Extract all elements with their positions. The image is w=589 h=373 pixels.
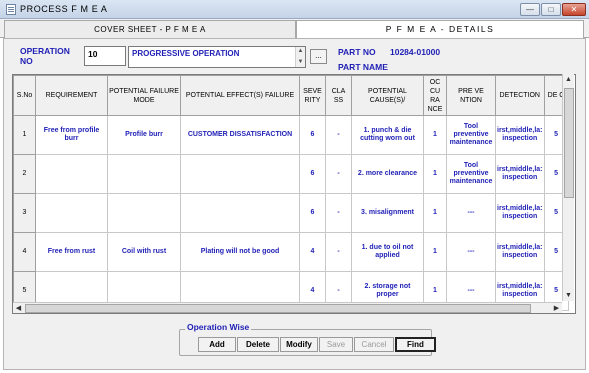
table-cell[interactable]: Tool preventive maintenance — [446, 154, 496, 194]
table-cell[interactable]: irst,middle,la: inspection — [495, 115, 545, 155]
grid-horizontal-thumb[interactable] — [25, 304, 531, 313]
table-row[interactable]: 4 Free from rust Coil with rust Plating wil… — [13, 232, 569, 272]
row-number: 2 — [13, 154, 36, 194]
table-cell[interactable]: 6 — [299, 115, 326, 155]
column-header: REQUIREMENT — [35, 75, 108, 116]
table-cell[interactable]: CUSTOMER DISSATISFACTION — [180, 115, 300, 155]
grid-horizontal-scrollbar[interactable]: ◀ ▶ — [13, 302, 562, 313]
table-row[interactable]: 3 6-3. misalignment 1 --- irst,middle,la: in… — [13, 193, 569, 233]
table-cell[interactable]: 1 — [423, 115, 447, 155]
table-cell[interactable]: 1. punch & die cutting worn out — [351, 115, 424, 155]
table-cell[interactable]: 1. due to oil not applied — [351, 232, 424, 272]
scroll-up-icon[interactable]: ▲ — [563, 74, 574, 85]
scroll-down-icon[interactable]: ▼ — [563, 290, 574, 301]
table-cell[interactable] — [35, 154, 108, 194]
column-header: POTENTIAL FAILURE MODE — [107, 75, 181, 116]
table-cell[interactable]: - — [325, 115, 352, 155]
modify-button[interactable]: Modify — [280, 337, 318, 352]
part-name-label: PART NAME — [338, 62, 388, 72]
table-cell[interactable]: - — [325, 193, 352, 233]
add-button[interactable]: Add — [198, 337, 236, 352]
table-cell[interactable]: Plating will not be good — [180, 232, 300, 272]
tab-cover-sheet[interactable]: COVER SHEET - P F M E A — [4, 20, 296, 38]
table-cell[interactable]: --- — [446, 193, 496, 233]
table-cell[interactable]: irst,middle,la: inspection — [495, 154, 545, 194]
table-cell[interactable]: Profile burr — [107, 115, 181, 155]
find-button[interactable]: Find — [395, 337, 436, 352]
table-cell[interactable]: 1 — [423, 154, 447, 194]
table-cell[interactable]: --- — [446, 232, 496, 272]
scroll-down-icon[interactable]: ▼ — [296, 58, 305, 67]
table-cell[interactable]: Free from rust — [35, 232, 108, 272]
table-cell[interactable]: irst,middle,la: inspection — [495, 232, 545, 272]
operation-no-field[interactable]: 10 — [84, 46, 126, 66]
table-cell[interactable]: 6 — [299, 193, 326, 233]
column-header: PRE VE NTION — [446, 75, 496, 116]
table-cell[interactable]: 2. more clearance — [351, 154, 424, 194]
delete-button[interactable]: Delete — [237, 337, 279, 352]
table-cell[interactable] — [107, 193, 181, 233]
scroll-left-icon[interactable]: ◀ — [13, 303, 24, 314]
operation-desc-field[interactable]: PROGRESSIVE OPERATION ▲ ▼ — [128, 46, 306, 68]
pfmea-grid: S.No REQUIREMENT POTENTIAL FAILURE MODE POT… — [12, 74, 576, 314]
column-header: OC CU RA NCE — [423, 75, 447, 116]
table-row[interactable]: 2 6-2. more clearance 1 Tool preventive mai… — [13, 154, 569, 194]
operation-browse-button[interactable]: ... — [310, 49, 327, 64]
table-cell[interactable]: Free from profile burr — [35, 115, 108, 155]
operation-no-label: OPERATION NO — [20, 46, 70, 66]
row-number: 4 — [13, 232, 36, 272]
table-row[interactable]: 1 Free from profile burr Profile burr CUSTO… — [13, 115, 569, 155]
column-header: SEVE RITY — [299, 75, 326, 116]
table-cell[interactable]: Coil with rust — [107, 232, 181, 272]
window-title: PROCESS F M E A — [20, 4, 108, 14]
row-number: 3 — [13, 193, 36, 233]
table-cell[interactable]: Tool preventive maintenance — [446, 115, 496, 155]
scroll-right-icon[interactable]: ▶ — [551, 303, 562, 314]
tab-pfmea-details[interactable]: P F M E A - DETAILS — [296, 20, 584, 39]
part-no-label: PART NO — [338, 47, 376, 57]
operation-wise-legend: Operation Wise — [185, 322, 252, 332]
grid-vertical-scrollbar[interactable]: ▲ ▼ — [562, 74, 574, 301]
column-header: CLA SS — [325, 75, 352, 116]
table-cell[interactable]: 6 — [299, 154, 326, 194]
column-header: S.No — [13, 75, 36, 116]
table-cell[interactable] — [107, 154, 181, 194]
app-icon — [6, 4, 16, 15]
scroll-up-icon[interactable]: ▲ — [296, 47, 305, 56]
table-cell[interactable]: 3. misalignment — [351, 193, 424, 233]
grid-vertical-thumb[interactable] — [564, 88, 574, 198]
row-number: 1 — [13, 115, 36, 155]
column-header: POTENTIAL EFFECT(S) FAILURE — [180, 75, 300, 116]
table-cell[interactable]: irst,middle,la: inspection — [495, 193, 545, 233]
close-button[interactable]: ✕ — [562, 3, 586, 16]
table-cell[interactable]: 1 — [423, 232, 447, 272]
column-header: POTENTIAL CAUSE(S)/ — [351, 75, 424, 116]
part-no-value: 10284-01000 — [390, 47, 441, 57]
column-header: DETECTION — [495, 75, 545, 116]
save-button[interactable]: Save — [319, 337, 353, 352]
tab-strip: COVER SHEET - P F M E A P F M E A - DETA… — [0, 19, 589, 39]
cancel-button[interactable]: Cancel — [354, 337, 394, 352]
title-bar: PROCESS F M E A — □ ✕ — [0, 0, 589, 19]
table-cell[interactable]: - — [325, 154, 352, 194]
table-cell[interactable] — [180, 154, 300, 194]
operation-desc-scrollbar[interactable]: ▲ ▼ — [295, 47, 305, 67]
table-cell[interactable]: 4 — [299, 232, 326, 272]
maximize-button[interactable]: □ — [541, 3, 561, 16]
table-cell[interactable]: - — [325, 232, 352, 272]
table-cell[interactable]: 1 — [423, 193, 447, 233]
minimize-button[interactable]: — — [520, 3, 540, 16]
table-cell[interactable] — [180, 193, 300, 233]
table-cell[interactable] — [35, 193, 108, 233]
